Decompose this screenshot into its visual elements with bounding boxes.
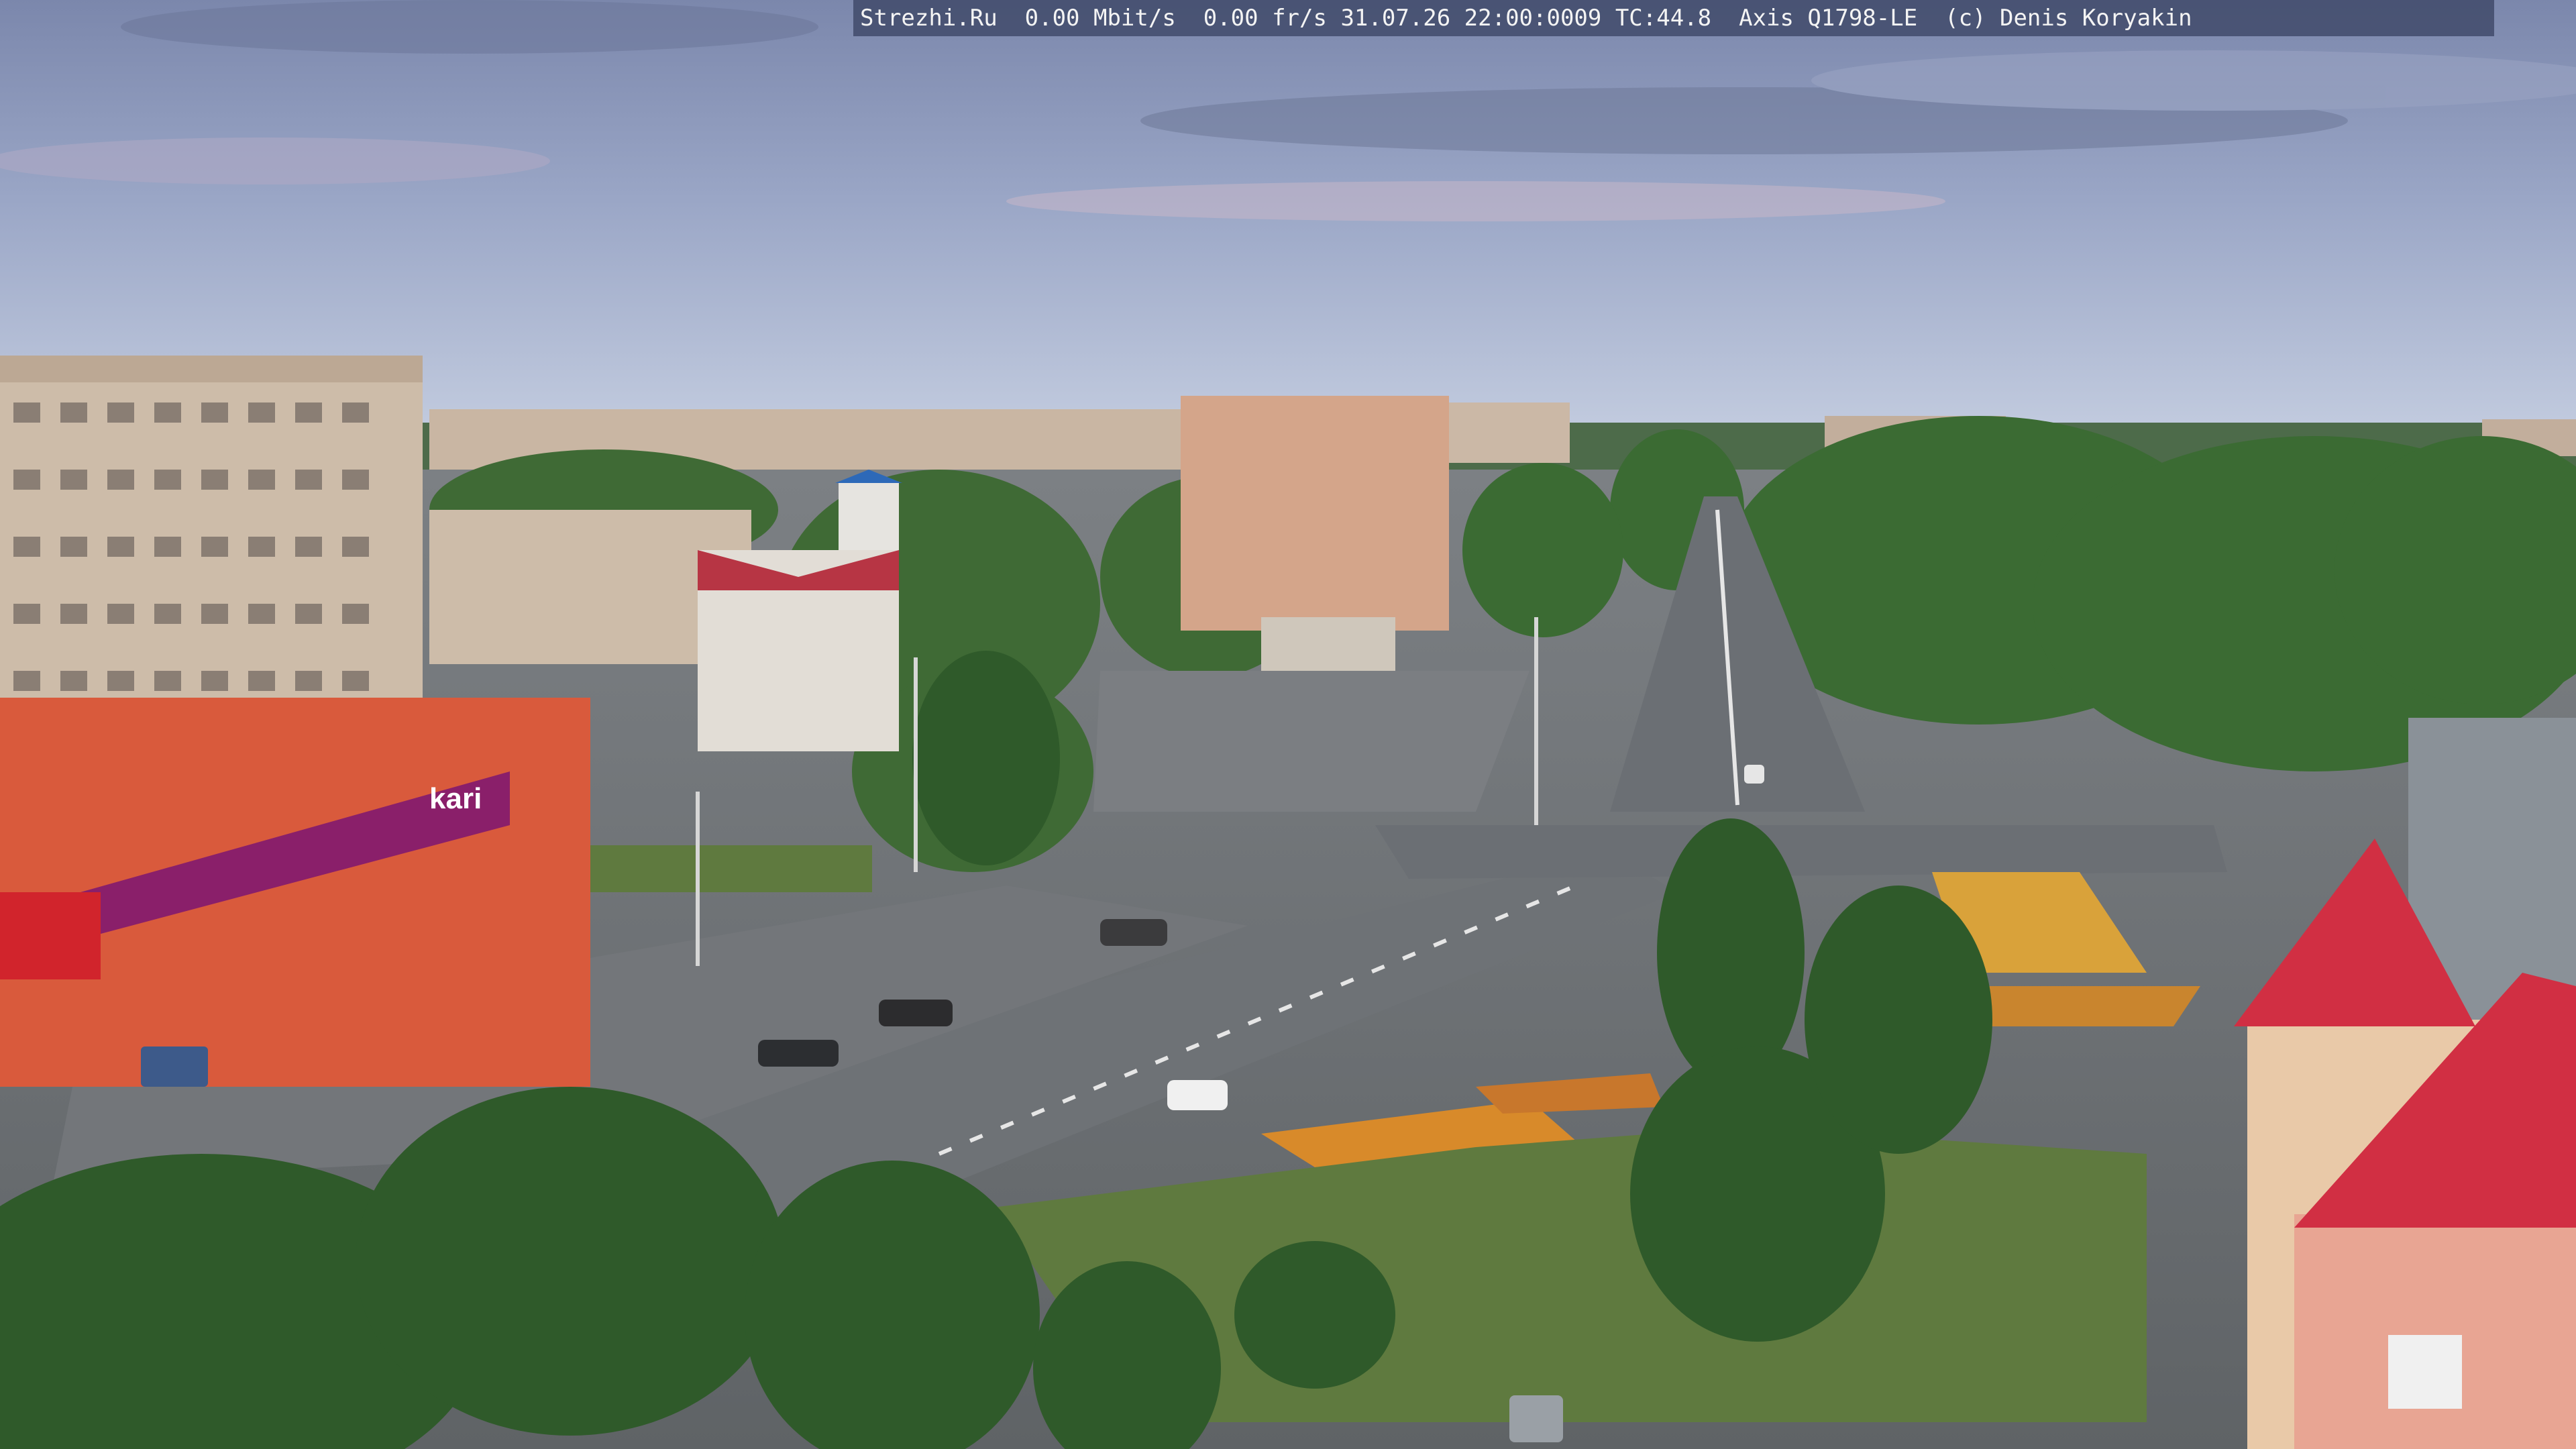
camera-info-text: Strezhi.Ru 0.00 Mbit/s 0.00 fr/s 31.07.2…	[860, 5, 2192, 32]
cross-road	[1375, 825, 2227, 879]
webcam-scene: kari	[0, 0, 2576, 1449]
shopping-center: kari	[0, 698, 590, 1087]
plaza	[1093, 671, 1529, 812]
camera-info-overlay: Strezhi.Ru 0.00 Mbit/s 0.00 fr/s 31.07.2…	[853, 0, 2494, 36]
store-brand-sign: kari	[429, 782, 482, 815]
